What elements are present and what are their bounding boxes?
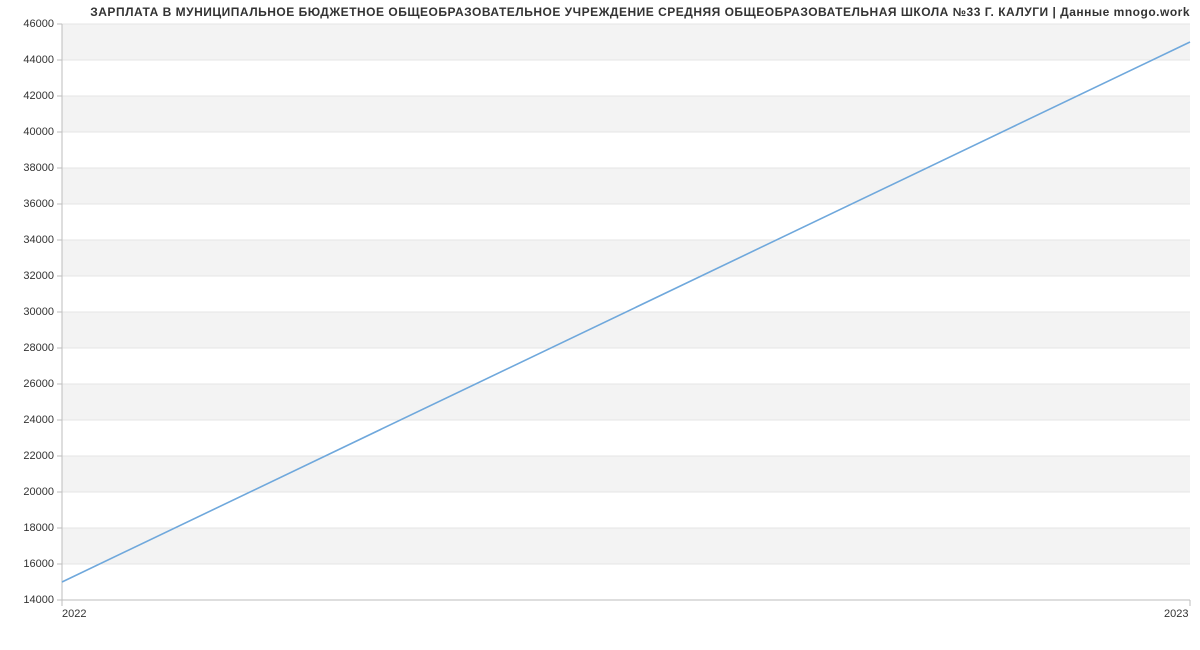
y-tick-label: 46000 xyxy=(6,18,54,30)
y-tick-label: 24000 xyxy=(6,414,54,426)
x-tick-label: 2022 xyxy=(62,608,86,620)
y-tick-label: 34000 xyxy=(6,234,54,246)
y-tick-label: 42000 xyxy=(6,90,54,102)
y-tick-label: 36000 xyxy=(6,198,54,210)
y-tick-label: 18000 xyxy=(6,522,54,534)
y-tick-label: 32000 xyxy=(6,270,54,282)
chart-container: ЗАРПЛАТА В МУНИЦИПАЛЬНОЕ БЮДЖЕТНОЕ ОБЩЕО… xyxy=(0,0,1200,650)
y-tick-label: 38000 xyxy=(6,162,54,174)
y-tick-label: 22000 xyxy=(6,450,54,462)
y-tick-label: 44000 xyxy=(6,54,54,66)
plot-area xyxy=(62,24,1190,600)
chart-title: ЗАРПЛАТА В МУНИЦИПАЛЬНОЕ БЮДЖЕТНОЕ ОБЩЕО… xyxy=(90,5,1190,19)
x-tick-label: 2023 xyxy=(1164,608,1188,620)
y-tick-label: 30000 xyxy=(6,306,54,318)
y-tick-label: 20000 xyxy=(6,486,54,498)
y-tick-label: 40000 xyxy=(6,126,54,138)
y-tick-label: 16000 xyxy=(6,558,54,570)
y-tick-label: 14000 xyxy=(6,594,54,606)
chart-svg xyxy=(62,24,1190,600)
y-tick-label: 26000 xyxy=(6,378,54,390)
y-tick-label: 28000 xyxy=(6,342,54,354)
